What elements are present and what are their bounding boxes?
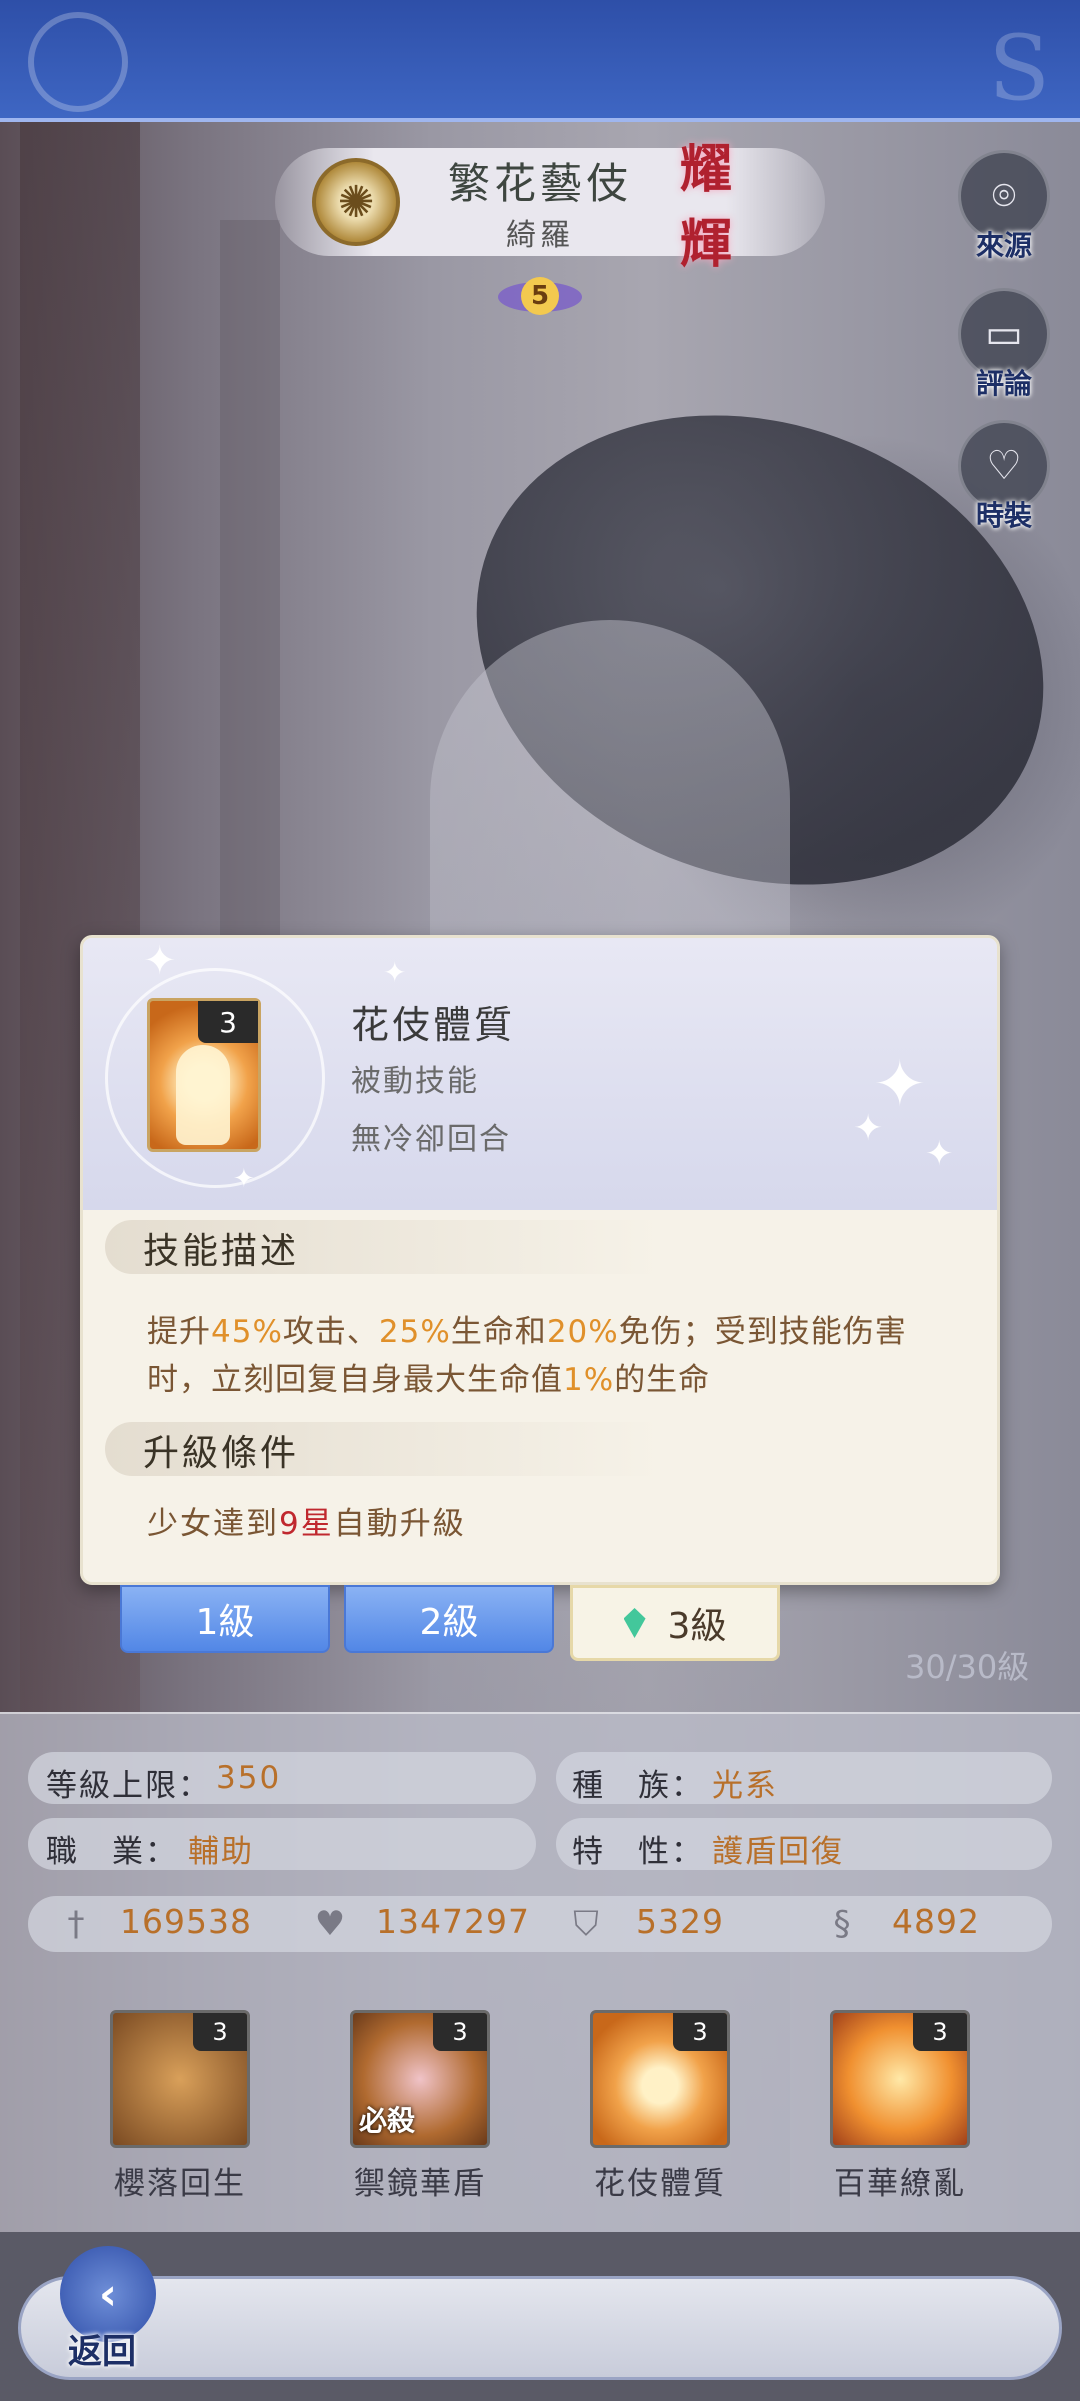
level-cap-value: 350 <box>216 1760 282 1796</box>
defense-value: 5329 <box>636 1902 724 1941</box>
rank-badge: 耀輝 <box>680 139 733 275</box>
back-arrow-icon: ‹ <box>98 2268 118 2320</box>
tab-level-2[interactable]: 2級 <box>344 1585 554 1653</box>
skill-detail-popup[interactable]: ✦ ✦ ✦ ✦ ✦ ✦ 3 花伎體質 被動技能 無冷卻回合 技能描述 提升45%… <box>80 935 1000 1585</box>
upgrade-condition: 少女達到9星自動升級 <box>147 1498 466 1543</box>
class-emblem-icon: ✺ <box>312 158 400 246</box>
tab-level-3-label: 3級 <box>667 1606 727 1647</box>
desc-text: 攻击、 <box>282 1314 379 1350</box>
comments-label: 評論 <box>975 367 1032 400</box>
skill-name-2: 禦鏡華盾 <box>354 2166 486 2202</box>
upgrade-text: 少女達到 <box>147 1506 279 1542</box>
desc-text: 生命和 <box>450 1314 547 1350</box>
hero-name: 繁花藝伎 <box>447 159 632 208</box>
sparkle-icon: ✦ <box>383 956 407 989</box>
sparkle-icon: ✦ <box>925 1134 954 1174</box>
level-count: 30/30級 <box>905 1648 1030 1686</box>
speed-value: 4892 <box>892 1902 980 1941</box>
skill-popup-header: ✦ ✦ ✦ ✦ ✦ ✦ 3 花伎體質 被動技能 無冷卻回合 <box>83 938 997 1210</box>
desc-value: 45% <box>211 1314 283 1350</box>
sparkle-icon: ✦ <box>853 1108 884 1149</box>
top-bar: S <box>0 0 1080 122</box>
decorative-s-icon: S <box>988 16 1050 121</box>
attack-sword-icon: † <box>67 1904 85 1944</box>
desc-text: 提升 <box>147 1314 211 1350</box>
upgrade-section-title: 升級條件 <box>143 1433 300 1474</box>
skill-slot-4[interactable]: 3 <box>830 2010 970 2148</box>
upgrade-value: 9星 <box>279 1506 334 1542</box>
skill-cooldown: 無冷卻回合 <box>351 1122 511 1157</box>
skill-title: 花伎體質 <box>351 1003 516 1047</box>
skill-level-badge: 3 <box>198 1001 258 1043</box>
trait-label: 特 性： <box>572 1834 704 1870</box>
skill-level-badge: 3 <box>673 2013 727 2051</box>
source-label: 來源 <box>975 229 1032 262</box>
desc-value: 1% <box>563 1362 615 1398</box>
silhouette-icon <box>176 1045 230 1145</box>
hp-value: 1347297 <box>376 1902 530 1941</box>
skill-name-1: 櫻落回生 <box>114 2166 246 2202</box>
star-count: 5 <box>521 277 559 315</box>
back-label[interactable]: 返回 <box>68 2324 136 2373</box>
job-value: 輔助 <box>188 1834 254 1870</box>
star-level-badge: 5 <box>498 270 582 322</box>
skill-description: 提升45%攻击、25%生命和20%免伤；受到技能伤害时，立刻回复自身最大生命值1… <box>147 1308 947 1404</box>
upgrade-text: 自動升級 <box>333 1506 466 1542</box>
skill-level-badge: 3 <box>913 2013 967 2051</box>
source-button[interactable]: ⌾ 來源 <box>956 150 1052 262</box>
hero-subname: 綺羅 <box>506 218 574 253</box>
level-cap-label: 等級上限： <box>46 1768 211 1804</box>
skill-level-badge: 3 <box>433 2013 487 2051</box>
desc-value: 25% <box>378 1314 451 1350</box>
skill-type: 被動技能 <box>351 1064 479 1099</box>
speed-boot-icon: § <box>833 1904 851 1944</box>
skill-slot-3[interactable]: 3 <box>590 2010 730 2148</box>
ultimate-tag: 必殺 <box>359 2104 416 2137</box>
skill-level-badge: 3 <box>193 2013 247 2051</box>
comments-button[interactable]: ▭ 評論 <box>956 288 1052 400</box>
desc-value: 20% <box>546 1314 619 1350</box>
race-value: 光系 <box>712 1768 778 1804</box>
skill-slot-2[interactable]: 3 必殺 <box>350 2010 490 2148</box>
race-label: 種 族： <box>572 1768 704 1804</box>
desc-text: 的生命 <box>614 1362 711 1398</box>
attack-value: 169538 <box>120 1902 252 1941</box>
bottom-nav-track <box>18 2276 1062 2380</box>
gem-icon <box>623 1608 646 1638</box>
outfit-button[interactable]: ♡ 時裝 <box>956 420 1052 532</box>
skill-slot-1[interactable]: 3 <box>110 2010 250 2148</box>
hp-heart-icon: ♥ <box>314 1904 346 1944</box>
job-label: 職 業： <box>46 1834 178 1870</box>
outfit-label: 時裝 <box>975 499 1032 532</box>
description-section-title: 技能描述 <box>143 1231 300 1272</box>
skill-name-3: 花伎體質 <box>594 2166 726 2202</box>
trait-value: 護盾回復 <box>712 1834 844 1870</box>
skill-icon: 3 <box>147 998 261 1152</box>
defense-shield-icon: ⛉ <box>573 1904 599 1944</box>
heart-logo-icon <box>28 12 128 112</box>
tab-level-3[interactable]: 3級 <box>570 1585 780 1661</box>
tab-level-1[interactable]: 1級 <box>120 1585 330 1653</box>
skill-name-4: 百華繚亂 <box>834 2166 966 2202</box>
